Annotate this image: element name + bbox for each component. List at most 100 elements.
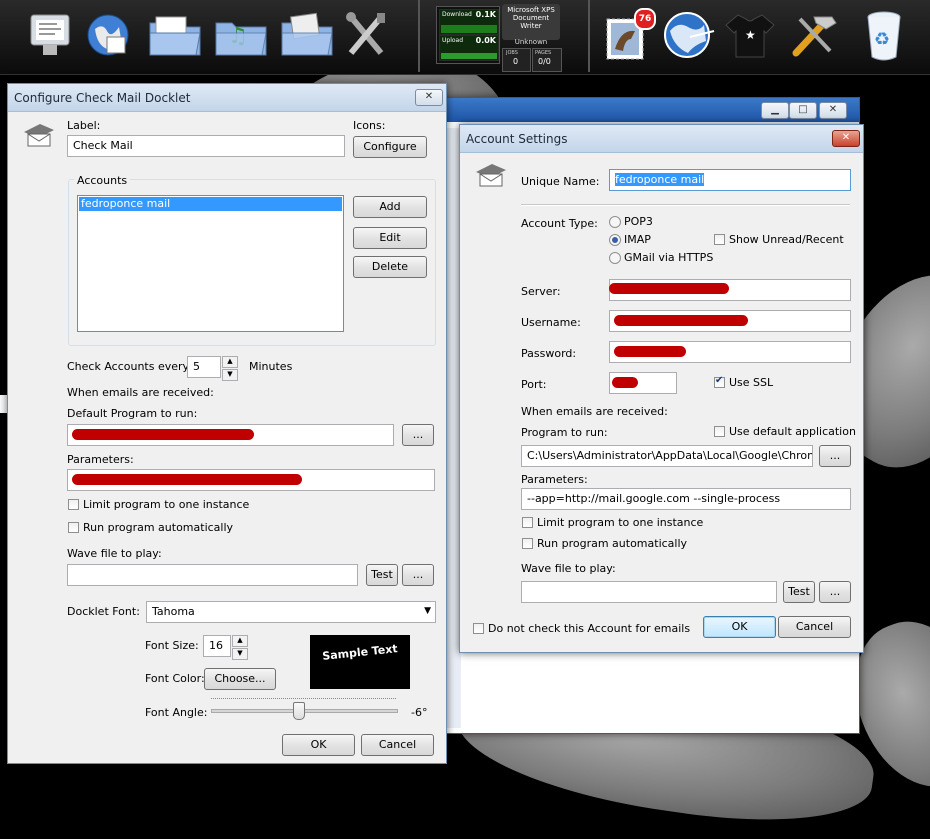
sample-text: Sample Text <box>321 642 399 663</box>
browse-program-button[interactable]: ... <box>402 424 434 446</box>
dialog-titlebar: Account Settings ✕ <box>460 125 863 153</box>
dialog-title: Configure Check Mail Docklet <box>14 91 191 105</box>
edit-account-button[interactable]: Edit <box>353 227 427 249</box>
hammer-icon[interactable] <box>786 6 842 64</box>
music-folder-icon[interactable]: ♫ <box>212 6 268 64</box>
wave-file-label: Wave file to play: <box>67 547 162 560</box>
do-not-check-checkbox[interactable] <box>473 623 484 634</box>
redaction-mark <box>609 283 729 294</box>
mail-stamp-icon[interactable]: 76 <box>598 6 656 64</box>
program-input[interactable]: C:\Users\Administrator\AppData\Local\Goo… <box>521 445 813 467</box>
dialog-title: Account Settings <box>466 132 568 146</box>
limit-one-instance-checkbox[interactable] <box>522 517 533 528</box>
wave-file-input[interactable] <box>521 581 777 603</box>
jobs-value: 0 <box>513 57 519 66</box>
delete-account-button[interactable]: Delete <box>353 256 427 278</box>
show-unread-checkbox[interactable] <box>714 234 725 245</box>
pop3-radio[interactable] <box>609 216 621 228</box>
use-ssl-label: Use SSL <box>729 376 774 389</box>
use-default-app-checkbox[interactable] <box>714 426 725 437</box>
font-size-input[interactable]: 16 <box>203 635 231 657</box>
limit-one-instance-label: Limit program to one instance <box>537 516 704 529</box>
interval-stepper[interactable]: ▲ ▼ <box>222 356 238 381</box>
browse-wave-button[interactable]: ... <box>402 564 434 586</box>
wave-file-input[interactable] <box>67 564 358 586</box>
mail-envelope-icon <box>472 160 508 193</box>
accounts-caption: Accounts <box>74 174 131 187</box>
pop3-label: POP3 <box>624 215 653 228</box>
network-monitor-widget[interactable]: Download 0.1K Upload 0.0K <box>436 6 500 64</box>
use-ssl-checkbox[interactable] <box>714 375 725 388</box>
divider <box>521 204 850 206</box>
redaction-mark <box>72 474 302 485</box>
server-label: Server: <box>521 285 561 298</box>
pictures-folder-icon[interactable] <box>278 6 334 64</box>
unique-name-input[interactable]: fedroponce mail <box>609 169 851 191</box>
choose-color-button[interactable]: Choose... <box>204 668 276 690</box>
run-automatically-checkbox[interactable] <box>522 538 533 549</box>
limit-one-instance-checkbox[interactable] <box>68 499 79 510</box>
password-label: Password: <box>521 347 577 360</box>
docklet-font-select[interactable]: Tahoma ▼ <box>146 601 436 623</box>
ok-button[interactable]: OK <box>703 616 776 638</box>
font-size-stepper[interactable]: ▲ ▼ <box>232 635 248 660</box>
gmail-https-radio[interactable] <box>609 252 621 264</box>
account-list-item[interactable]: fedroponce mail <box>79 197 342 211</box>
tshirt-icon[interactable]: ★ <box>722 6 778 64</box>
check-interval-input[interactable]: 5 <box>187 356 221 378</box>
parameters-label: Parameters: <box>67 453 134 466</box>
dock-separator <box>418 0 420 72</box>
minimize-button[interactable]: ▁ <box>761 102 789 119</box>
wave-file-label: Wave file to play: <box>521 562 616 575</box>
accounts-list[interactable]: fedroponce mail <box>77 195 344 332</box>
font-angle-value: -6° <box>411 706 428 719</box>
ok-button[interactable]: OK <box>282 734 355 756</box>
slider-thumb[interactable] <box>293 702 305 720</box>
documents-folder-icon[interactable] <box>146 6 202 64</box>
cancel-button[interactable]: Cancel <box>361 734 434 756</box>
do-not-check-label: Do not check this Account for emails <box>488 622 691 635</box>
maximize-button[interactable]: □ <box>789 102 817 119</box>
redaction-mark <box>72 429 254 440</box>
dock: ♫ Download 0.1K Upload 0.0K Microsoft XP… <box>0 0 930 75</box>
test-wave-button[interactable]: Test <box>783 581 815 603</box>
printer-widget[interactable]: Microsoft XPS Document Writer Unknown JO… <box>500 4 562 72</box>
port-label: Port: <box>521 378 547 391</box>
font-angle-label: Font Angle: <box>145 706 208 719</box>
label-input[interactable]: Check Mail <box>67 135 345 157</box>
parameters-label: Parameters: <box>521 473 588 486</box>
show-unread-label: Show Unread/Recent <box>729 233 844 246</box>
printer-name: Microsoft XPS Document Writer <box>507 6 555 30</box>
close-button[interactable]: ✕ <box>415 89 443 106</box>
upload-label: Upload <box>442 37 464 44</box>
unique-name-label: Unique Name: <box>521 175 600 188</box>
font-angle-slider[interactable] <box>211 694 398 720</box>
browse-wave-button[interactable]: ... <box>819 581 851 603</box>
close-button[interactable]: ✕ <box>819 102 847 119</box>
web-globe-icon[interactable] <box>660 6 716 64</box>
test-wave-button[interactable]: Test <box>366 564 398 586</box>
add-account-button[interactable]: Add <box>353 196 427 218</box>
docklet-font-label: Docklet Font: <box>67 605 140 618</box>
use-default-app-label: Use default application <box>729 425 856 438</box>
when-received-label: When emails are received: <box>521 405 668 418</box>
system-preferences-icon[interactable] <box>22 6 78 64</box>
upload-value: 0.0K <box>475 36 496 45</box>
download-value: 0.1K <box>475 10 496 19</box>
limit-one-instance-label: Limit program to one instance <box>83 498 250 511</box>
username-label: Username: <box>521 316 581 329</box>
icons-caption: Icons: <box>353 119 386 132</box>
run-automatically-label: Run program automatically <box>83 521 234 534</box>
font-size-label: Font Size: <box>145 639 199 652</box>
imap-label: IMAP <box>624 233 651 246</box>
recycle-bin-icon[interactable]: ♻ <box>856 6 912 64</box>
parameters-input[interactable]: --app=http://mail.google.com --single-pr… <box>521 488 851 510</box>
close-button[interactable]: ✕ <box>832 130 860 147</box>
cancel-button[interactable]: Cancel <box>778 616 851 638</box>
tools-icon[interactable] <box>338 6 394 64</box>
network-globe-icon[interactable] <box>80 6 136 64</box>
configure-icons-button[interactable]: Configure <box>353 136 427 158</box>
imap-radio[interactable] <box>609 234 621 246</box>
browse-program-button[interactable]: ... <box>819 445 851 467</box>
run-automatically-checkbox[interactable] <box>68 522 79 533</box>
